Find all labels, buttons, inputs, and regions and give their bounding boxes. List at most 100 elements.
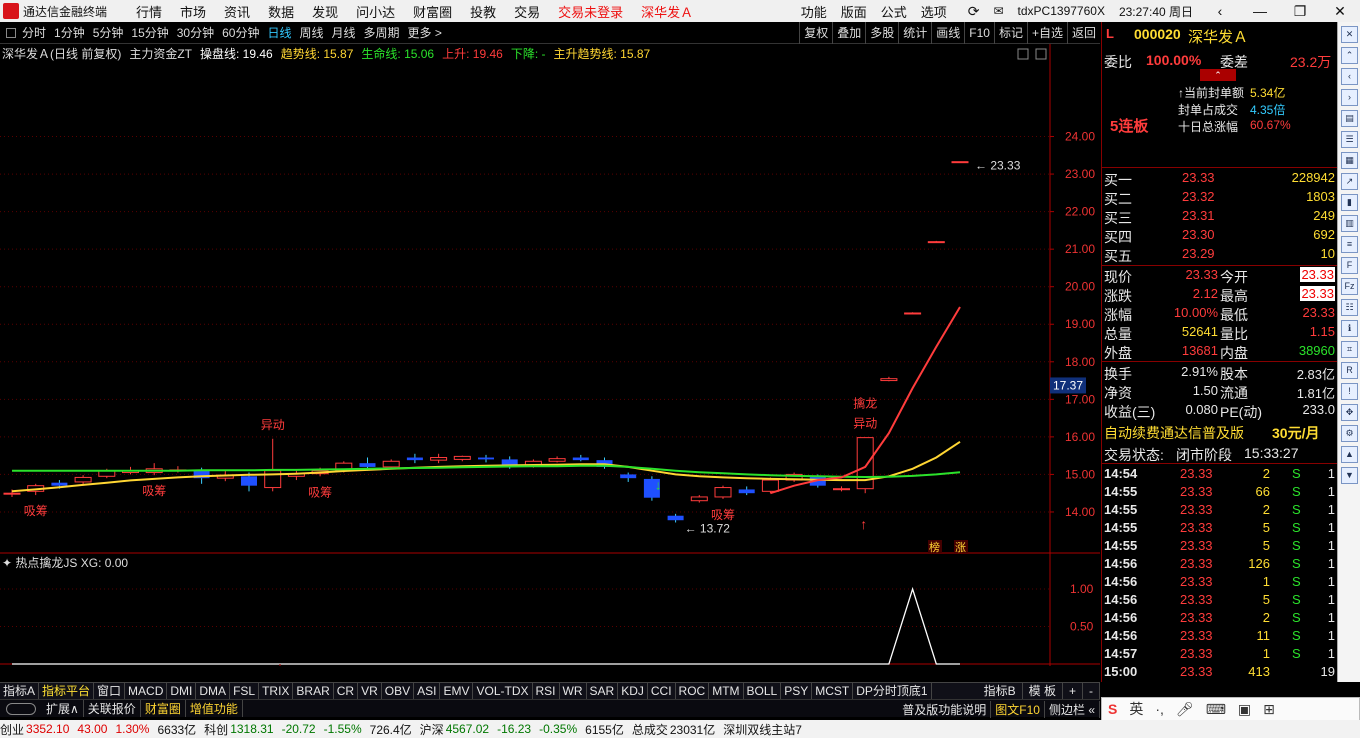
index-name[interactable]: 创业 [0, 721, 24, 738]
toggle-switch[interactable] [6, 702, 36, 715]
close-icon[interactable]: ✕ [1327, 3, 1353, 20]
right-menu-item[interactable]: 功能 [801, 2, 827, 21]
indicator-tab-right[interactable]: + [1063, 683, 1083, 699]
function-item[interactable]: 扩展∧ [42, 700, 84, 717]
menu-item[interactable]: 问小达 [356, 5, 395, 20]
period-tab[interactable]: 分时 [22, 24, 46, 41]
function-item[interactable]: 财富圈 [141, 700, 186, 717]
period-tab[interactable]: 5分钟 [93, 24, 124, 41]
arrow-up-icon[interactable]: ▲ [1341, 446, 1358, 463]
right-menu-item[interactable]: 公式 [881, 2, 907, 21]
collapse-icon[interactable]: ⌃ [1200, 69, 1236, 81]
indicator-tab[interactable]: RSI [533, 683, 560, 699]
period-tab[interactable]: 周线 [299, 24, 323, 41]
nav-back-icon[interactable]: ‹ [1207, 3, 1233, 19]
chart-tool-button[interactable]: 返回 [1066, 22, 1100, 44]
index-name[interactable]: 沪深 [420, 721, 444, 738]
chart-icon[interactable]: ▤ [1341, 110, 1358, 127]
menu-item[interactable]: 财富圈 [413, 5, 452, 20]
grid-icon[interactable]: ▦ [1341, 152, 1358, 169]
ime-lang[interactable]: 英 [1129, 699, 1143, 719]
menu-item[interactable]: 行情 [136, 5, 162, 20]
indicator-tab[interactable]: FSL [230, 683, 260, 699]
sync-icon[interactable]: ⟳ [968, 3, 980, 20]
indicator-tab[interactable]: DMI [167, 683, 197, 699]
indicator-tab[interactable]: CR [334, 683, 359, 699]
f10-icon[interactable]: F [1341, 257, 1358, 274]
indicator-tab[interactable]: VR [358, 683, 382, 699]
function-right-item[interactable]: 普及版功能说明 [898, 700, 992, 718]
chart-tool-button[interactable]: +自选 [1026, 22, 1067, 44]
indicator-tab[interactable]: 指标A [0, 683, 40, 699]
ad-price[interactable]: 30元/月 [1272, 423, 1319, 443]
index-name[interactable]: 科创 [204, 721, 228, 738]
menu-item[interactable]: 资讯 [224, 5, 250, 20]
rank-icon[interactable]: ⌗ [1341, 341, 1358, 358]
scroll-up-icon[interactable]: ⌃ [1341, 47, 1358, 64]
arrow-left-icon[interactable]: ‹ [1341, 68, 1358, 85]
indicator-tab[interactable]: TRIX [259, 683, 294, 699]
indicator-tab-right[interactable]: - [1083, 683, 1100, 699]
chart-tool-button[interactable]: 统计 [898, 22, 931, 44]
chart-tool-button[interactable]: F10 [964, 22, 994, 44]
news-icon[interactable]: ☷ [1341, 299, 1358, 316]
indicator-tab[interactable]: 窗口 [94, 683, 126, 699]
panel-toggle-icon[interactable] [6, 27, 16, 38]
indicator-tab[interactable]: DP分时顶底1 [853, 683, 932, 699]
alert-icon[interactable]: ! [1341, 383, 1358, 400]
indicator-tab[interactable]: OBV [382, 683, 415, 699]
rsi-icon[interactable]: R [1341, 362, 1358, 379]
period-tab[interactable]: 日线 [267, 24, 291, 41]
arrow-right-icon[interactable]: › [1341, 89, 1358, 106]
candle-icon[interactable]: ▮ [1341, 194, 1358, 211]
indicator-tab[interactable]: KDJ [618, 683, 648, 699]
indicator-tab[interactable]: BRAR [293, 683, 334, 699]
function-item[interactable]: 增值功能 [186, 700, 243, 717]
function-right-item[interactable]: 侧边栏 « [1045, 700, 1100, 718]
chart-tool-button[interactable]: 复权 [799, 22, 832, 44]
indicator-tab[interactable]: BOLL [744, 683, 782, 699]
indicator-tab[interactable]: 指标平台 [39, 683, 95, 699]
ime-logo-icon[interactable]: S [1108, 701, 1117, 717]
fiz-icon[interactable]: Fz [1341, 278, 1358, 295]
indicator-tab[interactable]: VOL-TDX [473, 683, 533, 699]
close-icon[interactable]: ✕ [1341, 26, 1358, 43]
menu-item[interactable]: 投教 [470, 5, 496, 20]
indicator-tab[interactable]: MTM [709, 683, 744, 699]
period-tab[interactable]: 30分钟 [177, 24, 214, 41]
chart-tool-button[interactable]: 多股 [865, 22, 898, 44]
period-tab[interactable]: 更多 > [408, 24, 442, 41]
menu-item[interactable]: 发现 [312, 5, 338, 20]
chart-tool-button[interactable]: 标记 [993, 22, 1027, 44]
list-icon[interactable]: ☰ [1341, 131, 1358, 148]
indicator-tab[interactable]: MACD [125, 683, 168, 699]
indicator-tab[interactable]: ASI [414, 683, 441, 699]
indicator-tab[interactable]: ROC [676, 683, 710, 699]
period-tab[interactable]: 1分钟 [54, 24, 85, 41]
table-icon[interactable]: ▥ [1341, 215, 1358, 232]
indicator-tab-right[interactable]: 模 板 [1023, 683, 1063, 699]
indicator-tab[interactable]: PSY [781, 683, 813, 699]
indicator-tab[interactable]: DMA [196, 683, 231, 699]
indicator-tab[interactable]: WR [560, 683, 587, 699]
indicator-tab-right[interactable]: 指标B [978, 683, 1023, 699]
kline-chart[interactable]: 24.00 23.00 22.00 21.00 20.00 19.00 18.00 17.00… [0, 44, 1100, 681]
mail-icon[interactable]: ✉ [993, 4, 1003, 18]
chart-tool-button[interactable]: 叠加 [832, 22, 865, 44]
period-tab[interactable]: 60分钟 [222, 24, 259, 41]
indicator-tab[interactable]: SAR [587, 683, 619, 699]
ad-row[interactable]: 自动续费通达信普及版 30元/月 [1102, 422, 1338, 441]
period-tab[interactable]: 15分钟 [131, 24, 168, 41]
restore-icon[interactable]: ❐ [1287, 3, 1313, 20]
ime-punct-icon[interactable]: ·, [1155, 701, 1164, 717]
microphone-icon[interactable]: 🎤︎ [1176, 701, 1194, 718]
line-chart-icon[interactable]: ↗ [1341, 173, 1358, 190]
menu-item[interactable]: 交易 [514, 5, 540, 20]
chart-tool-button[interactable]: 画线 [931, 22, 964, 44]
indicator-tab[interactable]: CCI [648, 683, 676, 699]
login-status[interactable]: 交易未登录 [558, 5, 623, 20]
settings-icon[interactable]: ⚙ [1341, 425, 1358, 442]
ad-text[interactable]: 自动续费通达信普及版 [1104, 423, 1244, 443]
toolbox-icon[interactable]: ⊞ [1263, 701, 1275, 718]
minimize-icon[interactable]: — [1247, 3, 1273, 19]
